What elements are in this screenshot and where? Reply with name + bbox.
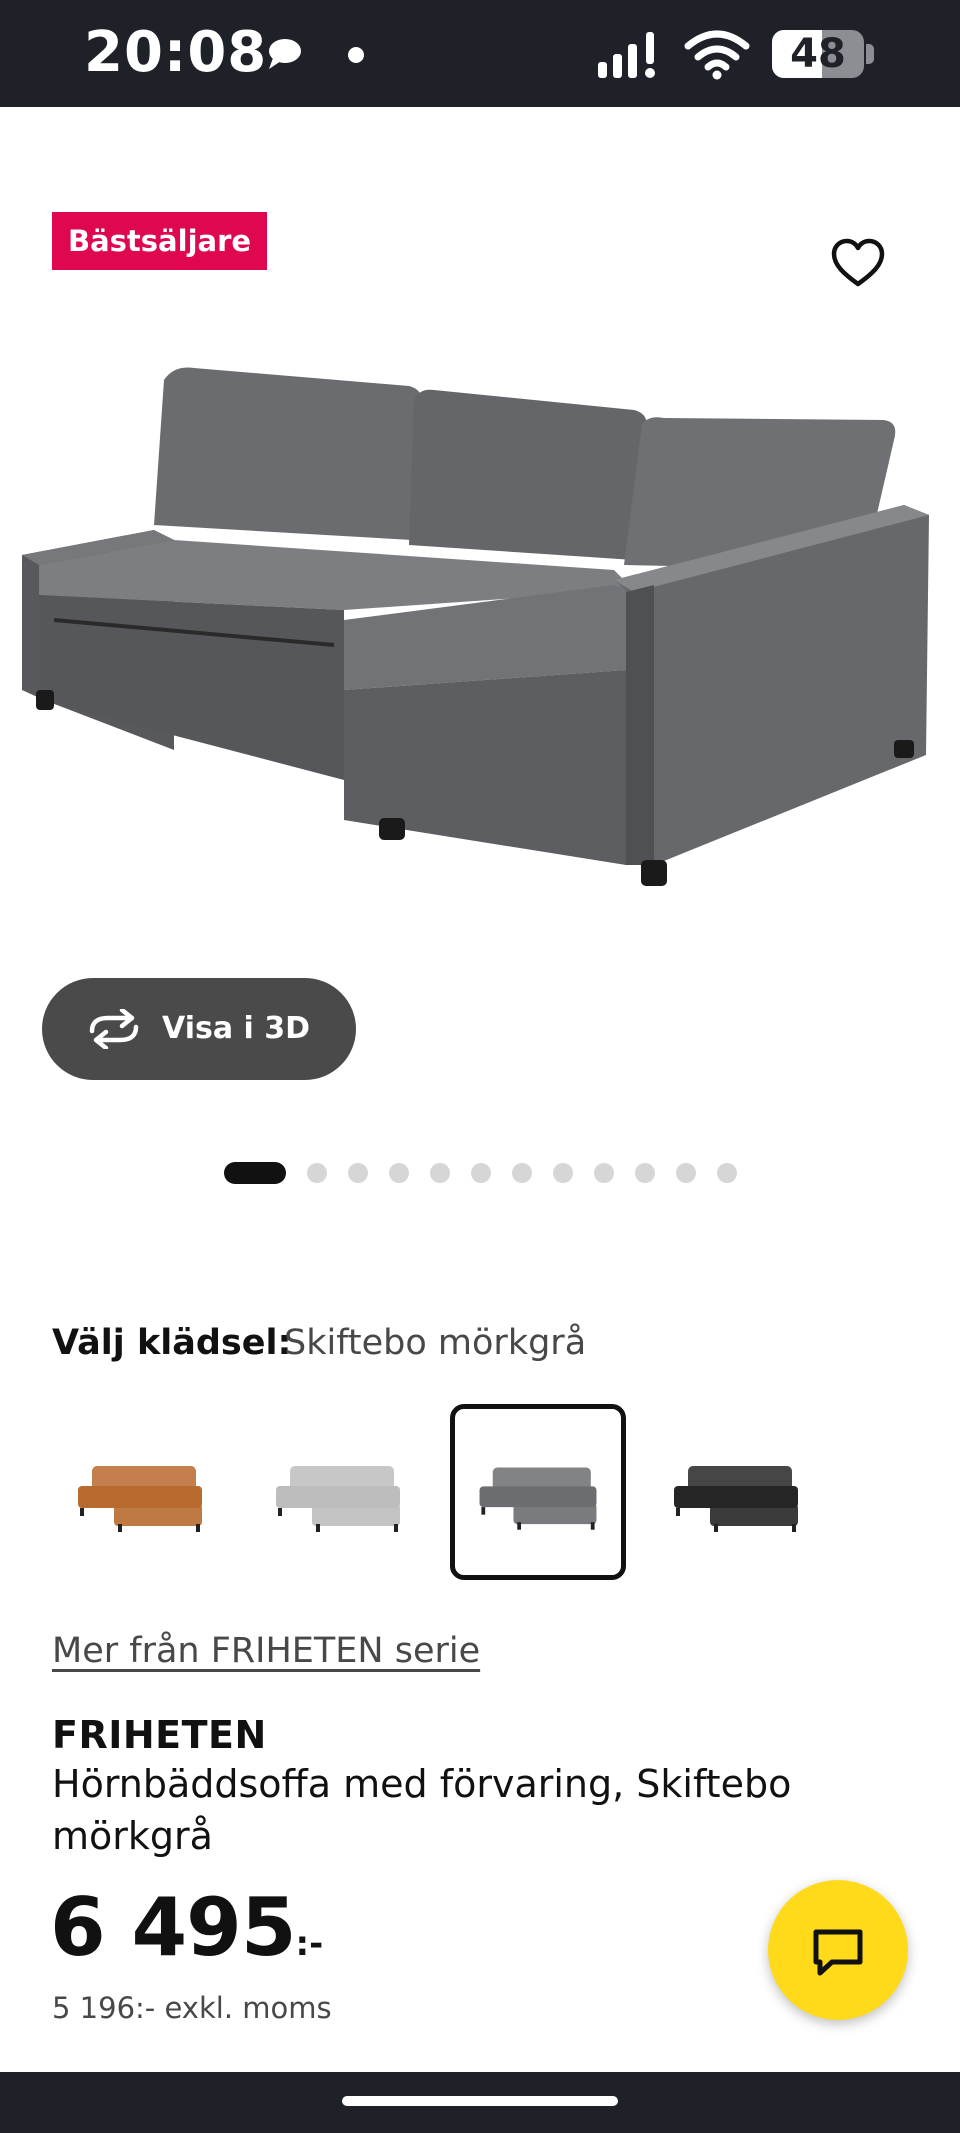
carousel-dot[interactable] <box>553 1163 573 1183</box>
sofa-thumbnail <box>276 1466 400 1532</box>
upholstery-option-2[interactable] <box>250 1404 426 1580</box>
battery-level: 48 <box>790 31 846 77</box>
series-link[interactable]: Mer från FRIHETEN serie <box>52 1626 480 1676</box>
status-time: 20:08 <box>84 20 268 85</box>
chat-button[interactable] <box>768 1880 908 2020</box>
carousel-dot[interactable] <box>512 1163 532 1183</box>
carousel-dot[interactable] <box>594 1163 614 1183</box>
heart-icon[interactable] <box>830 238 886 288</box>
status-bar: 20:08 48 <box>0 0 960 107</box>
carousel-dot[interactable] <box>224 1162 286 1184</box>
notification-dot <box>348 47 364 63</box>
carousel-dot[interactable] <box>389 1163 409 1183</box>
home-indicator[interactable] <box>342 2096 618 2106</box>
upholstery-label: Välj klädsel: <box>52 1323 292 1363</box>
price-value: 6 495 <box>50 1881 297 1974</box>
carousel-dot[interactable] <box>348 1163 368 1183</box>
view-3d-label: Visa i 3D <box>162 1011 311 1046</box>
price-suffix: :- <box>295 1924 324 1964</box>
product-name: FRIHETEN <box>52 1713 267 1757</box>
view-3d-button[interactable]: Visa i 3D <box>42 978 356 1080</box>
upholstery-selected-value: Skiftebo mörkgrå <box>284 1323 587 1363</box>
message-icon <box>269 39 301 69</box>
chat-icon <box>813 1929 863 1976</box>
carousel-dot[interactable] <box>676 1163 696 1183</box>
carousel-dot[interactable] <box>430 1163 450 1183</box>
wifi-icon <box>684 30 750 80</box>
carousel-dot[interactable] <box>307 1163 327 1183</box>
sofa-thumbnail <box>479 1467 597 1530</box>
product-price: 6 495:- <box>50 1878 323 1994</box>
carousel-dot[interactable] <box>635 1163 655 1183</box>
upholstery-option-3[interactable] <box>450 1404 626 1580</box>
battery-icon: 48 <box>772 30 876 82</box>
carousel-dot[interactable] <box>717 1163 737 1183</box>
product-description: Hörnbäddsoffa med förvaring, Skiftebo mö… <box>52 1762 792 1858</box>
cellular-signal-icon <box>598 32 655 78</box>
upholstery-option-4[interactable] <box>648 1404 824 1580</box>
upholstery-option-1[interactable] <box>52 1404 228 1580</box>
sofa-thumbnail <box>78 1466 202 1532</box>
carousel-dot[interactable] <box>471 1163 491 1183</box>
sofa-thumbnail <box>674 1466 798 1532</box>
product-image-sofa[interactable] <box>14 360 944 920</box>
carousel-indicator[interactable] <box>224 1162 744 1184</box>
price-excl-vat: 5 196:- exkl. moms <box>52 1991 332 2025</box>
bestseller-badge: Bästsäljare <box>52 212 268 270</box>
rotate-icon <box>89 1009 139 1049</box>
